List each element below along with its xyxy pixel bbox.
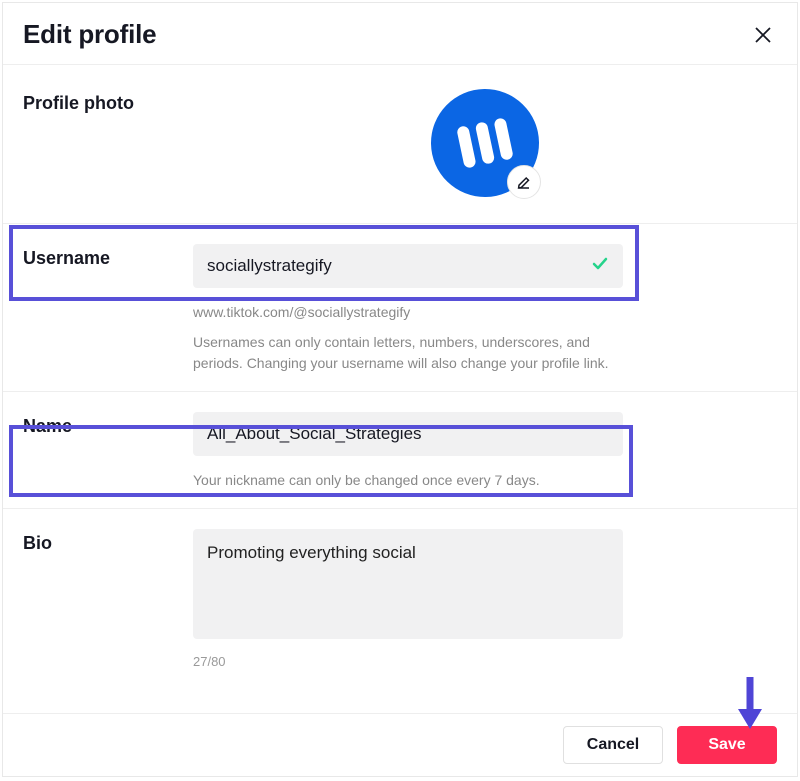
modal-footer: Cancel Save (3, 713, 797, 776)
name-label: Name (23, 412, 193, 490)
username-section: Username www.tiktok.com/@sociallystrateg… (3, 224, 797, 392)
username-rules-hint: Usernames can only contain letters, numb… (193, 332, 623, 373)
edit-photo-button[interactable] (507, 165, 541, 199)
checkmark-icon (591, 255, 609, 278)
bio-textarea[interactable] (193, 529, 623, 639)
pencil-icon (516, 174, 532, 190)
modal-title: Edit profile (23, 19, 156, 50)
profile-photo-label: Profile photo (23, 89, 193, 197)
name-hint: Your nickname can only be changed once e… (193, 470, 623, 490)
bio-counter: 27/80 (193, 654, 623, 669)
save-button[interactable]: Save (677, 726, 777, 764)
profile-photo-section: Profile photo (3, 65, 797, 224)
avatar[interactable] (431, 89, 539, 197)
name-input[interactable] (193, 412, 623, 456)
username-input[interactable] (193, 244, 623, 288)
bio-label: Bio (23, 529, 193, 669)
close-button[interactable] (749, 21, 777, 49)
bio-section: Bio 27/80 (3, 509, 797, 687)
close-icon (754, 26, 772, 44)
username-url-hint: www.tiktok.com/@sociallystrategify (193, 302, 623, 322)
username-label: Username (23, 244, 193, 373)
edit-profile-modal: Edit profile Profile photo (2, 2, 798, 777)
modal-header: Edit profile (3, 3, 797, 65)
cancel-button[interactable]: Cancel (563, 726, 663, 764)
name-section: Name Your nickname can only be changed o… (3, 392, 797, 509)
